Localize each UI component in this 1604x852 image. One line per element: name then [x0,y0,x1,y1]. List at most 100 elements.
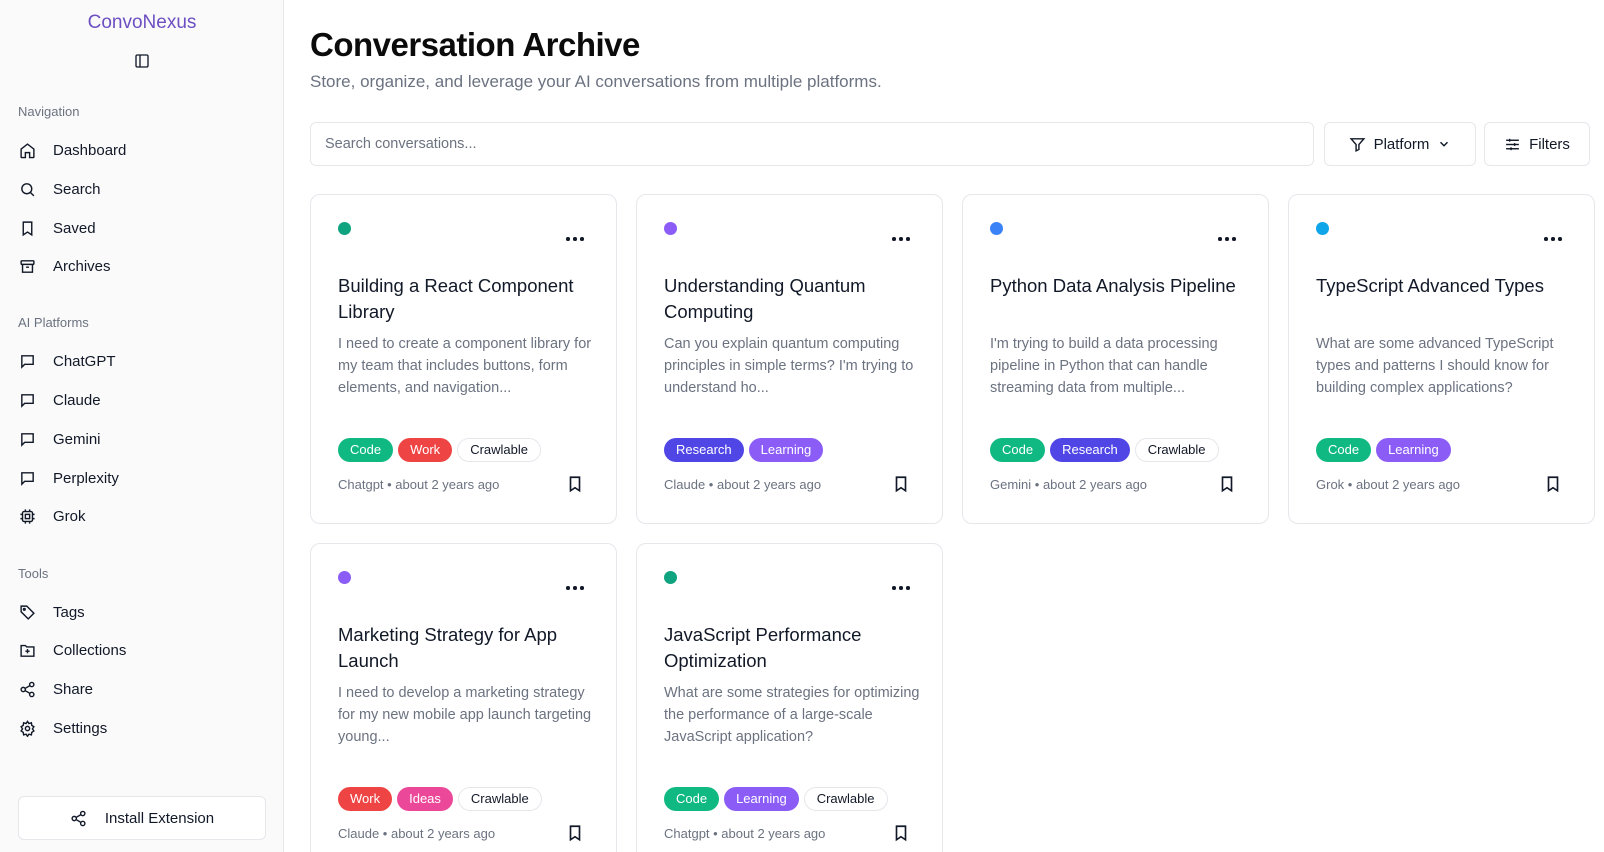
tag-list: Code Learning [1316,438,1451,462]
conversation-card[interactable]: Building a React Component Library I need… [310,194,617,524]
tag-badge[interactable]: Crawlable [803,787,888,811]
sidebar-item-collections[interactable]: Collections [18,635,266,665]
bookmark-icon[interactable] [1218,475,1236,493]
sidebar-item-label: Search [53,180,101,198]
sidebar-item-saved[interactable]: Saved [18,213,266,243]
tag-badge[interactable]: Code [990,438,1046,462]
more-options-icon[interactable] [892,584,910,592]
bookmark-icon[interactable] [892,824,910,842]
platform-dot [1316,222,1329,235]
archive-icon [18,257,36,275]
tag-badge[interactable]: Research [1050,438,1130,462]
install-extension-button[interactable]: Install Extension [18,796,266,840]
sidebar-item-archives[interactable]: Archives [18,251,266,281]
more-options-icon[interactable] [1544,235,1562,243]
conversation-title[interactable]: Python Data Analysis Pipeline [990,273,1240,299]
sidebar-item-gemini[interactable]: Gemini [18,424,266,454]
conversation-title[interactable]: Building a React Component Library [338,273,588,325]
platform-dot [990,222,1003,235]
tag-badge[interactable]: Learning [1376,438,1451,462]
sidebar-item-label: Dashboard [53,141,127,159]
sidebar-item-label: Grok [53,507,86,525]
cpu-icon [18,507,36,525]
sidebar-item-dashboard[interactable]: Dashboard [18,135,266,165]
platform-filter-button[interactable]: Platform [1324,122,1476,166]
platform-filter-label: Platform [1373,135,1430,153]
home-icon [18,141,36,159]
platform-dot [664,222,677,235]
tag-badge[interactable]: Crawlable [457,438,541,462]
tag-badge[interactable]: Code [338,438,394,462]
sidebar-item-perplexity[interactable]: Perplexity [18,463,266,493]
tag-list: Code Learning Crawlable [664,787,888,811]
platform-dot [338,571,351,584]
tag-badge[interactable]: Code [1316,438,1372,462]
sidebar-item-label: Share [53,680,94,698]
page-subtitle: Store, organize, and leverage your AI co… [310,72,882,91]
sidebar-item-claude[interactable]: Claude [18,385,266,415]
conversation-card[interactable]: Marketing Strategy for App Launch I need … [310,543,617,852]
more-options-icon[interactable] [566,235,584,243]
message-square-icon [18,391,36,409]
section-label-tools: Tools [18,566,49,581]
page-title: Conversation Archive [310,26,640,63]
brand-logo[interactable]: ConvoNexus [0,12,284,34]
bookmark-icon[interactable] [1544,475,1562,493]
sidebar-item-label: Tags [53,603,85,621]
section-label-platforms: AI Platforms [18,315,89,330]
filter-icon [1349,136,1366,153]
search-icon [18,180,36,198]
conversation-meta: Chatgpt • about 2 years ago [664,826,826,841]
bookmark-icon[interactable] [566,824,584,842]
section-label-navigation: Navigation [18,104,80,119]
sidebar-item-grok[interactable]: Grok [18,501,266,531]
bookmark-icon[interactable] [566,475,584,493]
tag-badge[interactable]: Learning [724,787,799,811]
search-input[interactable] [310,122,1314,166]
tag-badge[interactable]: Crawlable [457,787,542,811]
message-square-icon [18,352,36,370]
sidebar-item-settings[interactable]: Settings [18,713,266,743]
tag-badge[interactable]: Code [664,787,720,811]
gear-icon [18,719,36,737]
sidebar-item-chatgpt[interactable]: ChatGPT [18,346,266,376]
sidebar-item-share[interactable]: Share [18,674,266,704]
tag-badge[interactable]: Work [398,438,453,462]
install-extension-label: Install Extension [104,809,215,827]
chevron-down-icon [1437,137,1451,151]
tag-badge[interactable]: Research [664,438,744,462]
tag-list: Research Learning [664,438,824,462]
conversation-title[interactable]: TypeScript Advanced Types [1316,273,1566,299]
sidebar-item-search[interactable]: Search [18,174,266,204]
conversation-card[interactable]: Understanding Quantum Computing Can you e… [636,194,943,524]
conversation-description: I'm trying to build a data processing pi… [990,336,1218,396]
sidebar-item-label: Perplexity [53,469,119,487]
sidebar-item-label: Collections [53,641,127,659]
sidebar: ConvoNexus Navigation Dashboard Search S… [0,0,284,852]
sidebar-item-label: Saved [53,219,96,237]
share-icon [18,680,36,698]
conversation-description: I need to create a component library for… [338,336,592,396]
tag-badge[interactable]: Work [338,787,393,811]
conversation-card[interactable]: JavaScript Performance Optimization What … [636,543,943,852]
more-options-icon[interactable] [1218,235,1236,243]
filters-label: Filters [1529,135,1570,153]
conversation-title[interactable]: Understanding Quantum Computing [664,273,914,325]
filters-button[interactable]: Filters [1484,122,1590,166]
conversation-title[interactable]: JavaScript Performance Optimization [664,622,914,674]
conversation-description: What are some advanced TypeScript types … [1316,336,1554,396]
conversation-description: Can you explain quantum computing princi… [664,336,914,396]
bookmark-icon[interactable] [892,475,910,493]
conversation-card[interactable]: TypeScript Advanced Types What are some a… [1288,194,1595,524]
sidebar-item-label: Archives [53,257,111,275]
sidebar-toggle-icon[interactable] [132,51,152,71]
conversation-card[interactable]: Python Data Analysis Pipeline I'm trying … [962,194,1269,524]
tag-badge[interactable]: Ideas [397,787,453,811]
conversation-title[interactable]: Marketing Strategy for App Launch [338,622,588,674]
tag-icon [18,603,36,621]
tag-badge[interactable]: Learning [748,438,824,462]
tag-badge[interactable]: Crawlable [1134,438,1219,462]
more-options-icon[interactable] [566,584,584,592]
more-options-icon[interactable] [892,235,910,243]
sidebar-item-tags[interactable]: Tags [18,597,266,627]
